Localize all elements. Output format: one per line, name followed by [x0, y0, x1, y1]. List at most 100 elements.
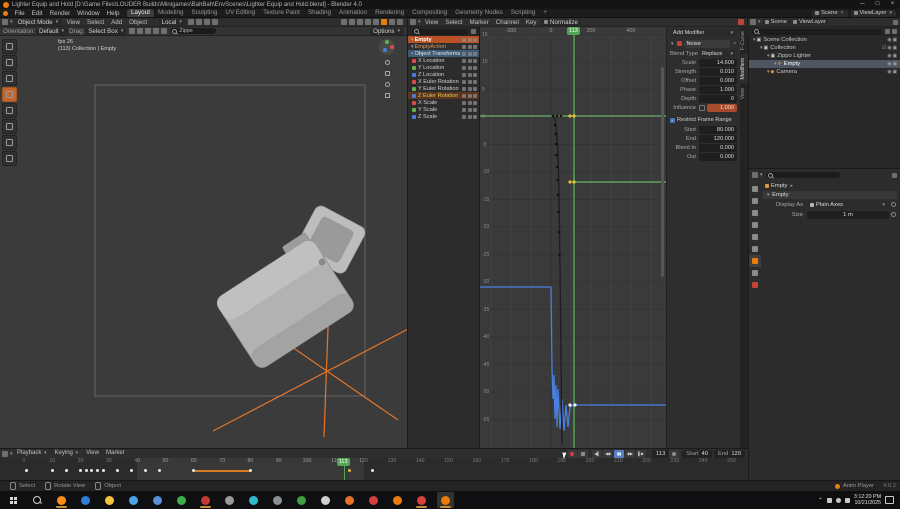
tab-compositing[interactable]: Compositing — [408, 9, 451, 17]
snap-magnet-icon[interactable] — [187, 19, 194, 25]
volume-icon[interactable] — [844, 497, 850, 503]
transform-pivot-dropdown[interactable]: Local ▾ — [158, 18, 186, 26]
channel-z-euler-rotation[interactable]: Z Euler Rotation — [408, 92, 479, 99]
value-end[interactable]: 120.000 — [699, 135, 737, 143]
jump-to-end-button[interactable]: ▌▶ — [636, 449, 647, 458]
value-offset[interactable]: 0.000 — [699, 77, 737, 85]
keyframe[interactable] — [115, 469, 119, 472]
taskbar-app-red-app[interactable] — [365, 492, 382, 508]
tab-rendering[interactable]: Rendering — [371, 9, 408, 17]
outliner-search-input[interactable] — [752, 28, 882, 35]
proportional-falloff-icon[interactable] — [211, 19, 218, 25]
camera-view-icon[interactable] — [382, 80, 392, 89]
xray-toggle-icon[interactable] — [365, 19, 371, 25]
new-collection-icon[interactable] — [892, 29, 897, 34]
scene-selector[interactable]: Scene × — [812, 9, 848, 17]
modifier-icon[interactable] — [462, 93, 466, 98]
taskbar-app-obs-studio[interactable] — [197, 492, 214, 508]
modifier-icon[interactable] — [462, 65, 466, 70]
modifier-enable-checkbox[interactable] — [676, 41, 682, 46]
taskbar-app-edge-browser[interactable] — [77, 492, 94, 508]
rotate-tool[interactable] — [2, 87, 17, 102]
influence-slider[interactable]: 1.000 — [707, 104, 737, 112]
modifier-icon[interactable] — [462, 44, 466, 49]
tray-chevron-icon[interactable]: ⌃ — [818, 497, 823, 504]
taskbar-app-shield-app[interactable] — [269, 492, 286, 508]
taskbar-app-blender-launcher[interactable] — [389, 492, 406, 508]
tab-geometry-nodes[interactable]: Geometry Nodes — [451, 9, 507, 17]
menu-select[interactable]: Select — [442, 18, 466, 27]
lock-icon[interactable] — [473, 37, 477, 42]
disable-render-camera-icon[interactable]: ▣ — [892, 70, 897, 75]
menu-channel[interactable]: Channel — [492, 18, 522, 27]
lock-icon[interactable] — [473, 44, 477, 49]
mute-icon[interactable] — [467, 93, 472, 98]
solid-shading-icon[interactable] — [381, 19, 387, 25]
menu-select[interactable]: Select — [83, 18, 107, 27]
blender-menu-icon[interactable] — [3, 10, 8, 16]
lock-icon[interactable] — [473, 93, 477, 98]
lock-icon[interactable] — [473, 107, 477, 112]
keyframe[interactable] — [101, 469, 105, 472]
editor-type-icon[interactable] — [2, 19, 8, 25]
outliner-row-zippo-lighter[interactable]: ▾ ▣ Zippo Lighter ◉▣ — [749, 52, 900, 60]
animate-property-icon[interactable] — [891, 202, 896, 207]
sidebar-tab-view[interactable]: View — [740, 84, 748, 103]
frame-start-field[interactable]: Start 40 — [682, 449, 712, 458]
properties-type-icon[interactable] — [752, 172, 758, 178]
previous-keyframe-button[interactable]: ◀◆ — [603, 449, 614, 458]
exclude-checkbox[interactable]: ☑ — [882, 46, 886, 51]
outliner-row-scene-collection[interactable]: ▾ ▣ Scene Collection ◉▣ — [749, 36, 900, 44]
funnel-icon[interactable] — [885, 29, 890, 34]
drag-dropdown[interactable]: Select Box ▾ — [85, 27, 128, 35]
render-tab-icon[interactable] — [749, 195, 761, 207]
channel-empty[interactable]: ▾ Empty — [408, 36, 479, 43]
menu-view[interactable]: View — [422, 18, 442, 27]
material-shading-icon[interactable] — [389, 19, 395, 25]
mute-icon[interactable] — [467, 114, 472, 119]
lock-icon[interactable] — [473, 114, 477, 119]
overlays-toggle-icon[interactable] — [357, 19, 363, 25]
mute-icon[interactable] — [467, 107, 472, 112]
modifier-icon[interactable] — [462, 72, 466, 77]
rendered-shading-icon[interactable] — [397, 19, 403, 25]
constraints-tab-icon[interactable] — [749, 267, 761, 279]
keying-set-icon[interactable] — [669, 449, 680, 458]
taskbar-app-clock-app[interactable] — [173, 492, 190, 508]
outliner-type-icon[interactable] — [750, 19, 756, 25]
tab-uv-editing[interactable]: UV Editing — [221, 9, 259, 17]
proportional-edit-icon[interactable] — [203, 19, 210, 25]
annotate-tool[interactable] — [2, 135, 17, 150]
value-start[interactable]: 80.000 — [699, 126, 737, 134]
value-depth[interactable]: 0 — [699, 95, 737, 103]
microphone-icon[interactable] — [826, 497, 832, 503]
scale-tool[interactable] — [2, 103, 17, 118]
lock-icon[interactable] — [473, 86, 477, 91]
tab-shading[interactable]: Shading — [304, 9, 335, 17]
timeline-frame-badge[interactable]: 113 — [336, 458, 350, 466]
visibility-dropdown-icon[interactable] — [341, 19, 347, 25]
value-scale[interactable]: 14.600 — [699, 59, 737, 67]
mirror-icon[interactable] — [153, 28, 160, 34]
tab-layout[interactable]: Layout — [127, 9, 154, 17]
menu-keying[interactable]: Keying ▾ — [51, 449, 83, 458]
lock-icon[interactable] — [473, 72, 477, 77]
size-field[interactable]: 1 m — [807, 210, 889, 219]
keyframe[interactable] — [84, 469, 88, 472]
keyframe[interactable] — [144, 469, 148, 472]
notification-icon[interactable] — [885, 496, 894, 504]
keyframe[interactable] — [158, 469, 162, 472]
modifier-icon[interactable] — [462, 37, 466, 42]
channel-z-location[interactable]: Z Location — [408, 71, 479, 78]
mute-icon[interactable] — [467, 58, 472, 63]
menu-edit[interactable]: Edit — [28, 9, 46, 18]
mute-icon[interactable] — [467, 37, 472, 42]
outliner-viewlayer-field[interactable]: ViewLayer — [789, 19, 829, 25]
keyframe[interactable] — [64, 469, 68, 472]
channel-x-location[interactable]: X Location — [408, 57, 479, 64]
taskbar-app-photos-app[interactable] — [149, 492, 166, 508]
value-blend-type[interactable]: Replace ▾ — [699, 50, 737, 58]
hide-eye-icon[interactable]: ◉ — [887, 62, 891, 67]
modifier-icon[interactable] — [462, 58, 466, 63]
current-frame-badge[interactable]: 113 — [567, 27, 580, 35]
